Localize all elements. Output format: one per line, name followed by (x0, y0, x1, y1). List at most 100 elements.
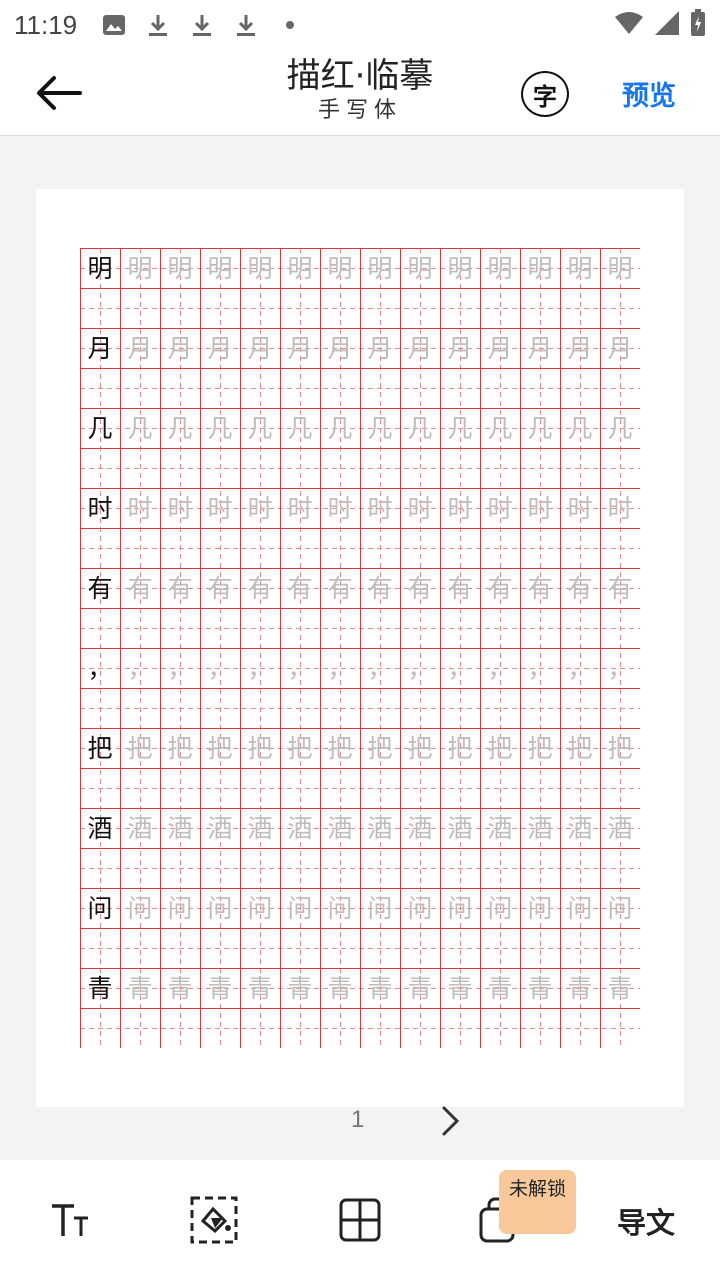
battery-charging-icon (690, 9, 706, 41)
status-bar: 11:19 (0, 0, 720, 50)
trace-character: 把 (207, 733, 233, 763)
trace-character: 月 (167, 333, 193, 363)
model-character: 时 (87, 493, 113, 523)
trace-character: 酒 (607, 813, 633, 843)
trace-character: 问 (207, 893, 233, 923)
trace-character: 时 (567, 493, 593, 523)
trace-character: 酒 (487, 813, 513, 843)
trace-character: 几 (447, 413, 473, 443)
locked-badge: 未解锁 (499, 1170, 576, 1234)
trace-character: 青 (287, 973, 313, 1003)
trace-character: 酒 (527, 813, 553, 843)
trace-character: 有 (287, 573, 313, 603)
trace-character: 问 (407, 893, 433, 923)
trace-character: ， (167, 653, 193, 683)
trace-character: 有 (407, 573, 433, 603)
trace-character: 青 (567, 973, 593, 1003)
trace-character: 有 (207, 573, 233, 603)
trace-character: 月 (487, 333, 513, 363)
trace-character: 酒 (167, 813, 193, 843)
model-character: 月 (87, 333, 113, 363)
trace-character: 时 (247, 493, 273, 523)
trace-character: 明 (247, 253, 273, 283)
trace-character: 月 (247, 333, 273, 363)
trace-character: 有 (247, 573, 273, 603)
trace-character: 月 (527, 333, 553, 363)
preview-button[interactable]: 预览 (622, 74, 676, 113)
trace-character: 几 (287, 413, 313, 443)
model-character: 青 (87, 973, 113, 1003)
title-block: 描红·临摹 手写体 (0, 56, 720, 126)
signal-icon (654, 10, 680, 40)
trace-character: 明 (207, 253, 233, 283)
trace-character: 明 (127, 253, 153, 283)
model-character: 几 (87, 413, 113, 443)
page-title: 描红·临摹 (286, 56, 434, 96)
trace-character: 明 (527, 253, 553, 283)
trace-character: 青 (367, 973, 393, 1003)
trace-character: 青 (607, 973, 633, 1003)
next-page-button[interactable] (436, 1104, 466, 1138)
trace-character: 把 (487, 733, 513, 763)
model-character: 酒 (87, 813, 113, 843)
trace-character: 把 (247, 733, 273, 763)
trace-character: 问 (447, 893, 473, 923)
download-icon (143, 10, 173, 40)
trace-character: 酒 (207, 813, 233, 843)
trace-character: 问 (127, 893, 153, 923)
trace-character: 把 (327, 733, 353, 763)
trace-character: 时 (607, 493, 633, 523)
model-character: ， (87, 653, 113, 683)
trace-character: 明 (487, 253, 513, 283)
trace-character: 有 (167, 573, 193, 603)
trace-character: 几 (327, 413, 353, 443)
wifi-icon (614, 11, 644, 39)
trace-character: 几 (607, 413, 633, 443)
font-size-button[interactable] (40, 1190, 100, 1250)
grid-style-button[interactable] (330, 1190, 390, 1250)
trace-character: 有 (487, 573, 513, 603)
trace-character: 有 (127, 573, 153, 603)
trace-character: 时 (487, 493, 513, 523)
trace-character: 月 (567, 333, 593, 363)
trace-character: 时 (127, 493, 153, 523)
trace-character: 时 (527, 493, 553, 523)
trace-character: 时 (447, 493, 473, 523)
trace-character: 问 (287, 893, 313, 923)
trace-character: ， (127, 653, 153, 683)
trace-character: 月 (287, 333, 313, 363)
trace-character: 月 (367, 333, 393, 363)
trace-character: 把 (167, 733, 193, 763)
model-character: 明 (87, 253, 113, 283)
export-button[interactable]: 导文 (617, 1200, 675, 1242)
trace-character: 时 (367, 493, 393, 523)
trace-character: 酒 (367, 813, 393, 843)
trace-character: 问 (607, 893, 633, 923)
bottom-toolbar: 未解锁 导文 (0, 1160, 720, 1280)
trace-character: 明 (287, 253, 313, 283)
trace-character: 几 (247, 413, 273, 443)
trace-character: 问 (247, 893, 273, 923)
download-icon (231, 10, 261, 40)
trace-character: 月 (447, 333, 473, 363)
model-character: 问 (87, 893, 113, 923)
trace-character: ， (527, 653, 553, 683)
trace-character: 明 (327, 253, 353, 283)
trace-character: 青 (327, 973, 353, 1003)
trace-character: 明 (607, 253, 633, 283)
trace-character: 酒 (447, 813, 473, 843)
trace-character: 有 (327, 573, 353, 603)
back-button[interactable] (34, 72, 84, 114)
trace-character: 明 (167, 253, 193, 283)
trace-character: 酒 (567, 813, 593, 843)
trace-character: 问 (367, 893, 393, 923)
trace-character: 问 (527, 893, 553, 923)
fill-style-button[interactable] (184, 1190, 244, 1250)
font-select-button[interactable]: 字 (521, 71, 569, 117)
trace-character: 时 (407, 493, 433, 523)
trace-character: 酒 (127, 813, 153, 843)
page-number: 1 (351, 1106, 365, 1133)
trace-character: 把 (127, 733, 153, 763)
trace-character: 问 (327, 893, 353, 923)
trace-character: 酒 (407, 813, 433, 843)
